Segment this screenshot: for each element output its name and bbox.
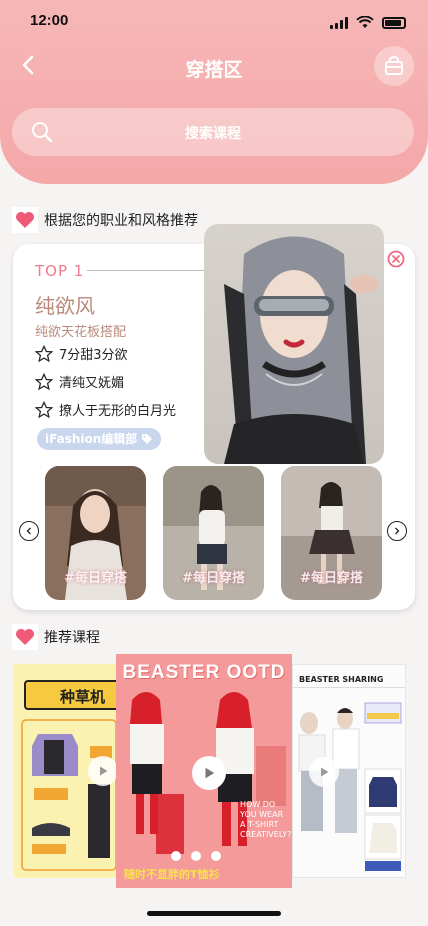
thumbnail-caption: #每日穿搭 (64, 571, 127, 586)
outfit-thumbnail[interactable]: #每日穿搭 (163, 466, 264, 600)
hero-outfit-photo[interactable] (204, 224, 384, 464)
poster-side-text: HOW DO YOU WEAR A T-SHIRT CREATIVELY? (240, 800, 292, 839)
page-title: 穿搭区 (185, 59, 243, 81)
status-icons (330, 16, 406, 29)
tag-icon (142, 434, 153, 444)
thumbnail-caption: #每日穿搭 (182, 571, 245, 586)
rank-label: TOP 1 (35, 262, 85, 280)
outfit-thumbnail[interactable]: #每日穿搭 (281, 466, 382, 600)
play-icon (205, 767, 215, 779)
courses-section-header: 推荐课程 (12, 624, 100, 650)
style-name: 纯欲风 (35, 294, 95, 318)
thumbnail-caption: #每日穿搭 (300, 571, 363, 586)
rank-divider (87, 270, 207, 271)
wifi-icon (356, 16, 374, 28)
course-poster[interactable]: 种草机 (14, 664, 120, 878)
outfit-thumbnail[interactable]: #每日穿搭 (45, 466, 146, 600)
status-time: 12:00 (30, 12, 69, 29)
shopping-bag-button[interactable] (374, 46, 414, 86)
feature-item: 7分甜3分欲 (35, 344, 128, 363)
recommend-section-title: 根据您的职业和风格推荐 (44, 213, 198, 229)
search-placeholder: 搜索课程 (185, 126, 241, 142)
heart-icon (12, 624, 38, 650)
play-icon (321, 767, 329, 777)
editor-tag-label: iFashion编辑部 (45, 432, 138, 446)
carousel-prev-button[interactable] (19, 521, 39, 541)
feature-item: 撩人于无形的白月光 (35, 400, 176, 419)
feature-text: 清纯又妩媚 (59, 376, 125, 391)
course-poster-featured[interactable]: BEASTER OOTD HOW DO YOU WEAR A T-SHIRT C… (116, 654, 292, 888)
play-button[interactable] (88, 756, 118, 786)
search-input[interactable]: 搜索课程 (12, 108, 414, 156)
star-icon (35, 344, 53, 362)
editor-tag[interactable]: iFashion编辑部 (37, 428, 162, 450)
bag-icon (385, 56, 403, 75)
heart-icon (12, 207, 38, 233)
chevron-right-icon (395, 527, 400, 535)
star-icon (35, 400, 53, 418)
battery-icon (382, 16, 406, 29)
status-bar: 12:00 (0, 10, 428, 36)
style-subtitle: 纯欲天花板搭配 (35, 325, 127, 340)
home-indicator[interactable] (147, 911, 281, 916)
course-poster[interactable]: BEASTER SHARING (292, 664, 406, 878)
play-button[interactable] (309, 757, 339, 787)
play-icon (100, 766, 108, 776)
header: 12:00 穿搭区 搜索课程 (0, 0, 428, 184)
star-icon (35, 372, 53, 390)
recommend-section-header: 根据您的职业和风格推荐 (12, 207, 198, 233)
close-icon[interactable] (387, 250, 405, 268)
signal-icon (330, 16, 348, 29)
feature-item: 清纯又妩媚 (35, 372, 124, 391)
chevron-left-icon (26, 527, 31, 535)
play-button[interactable] (192, 756, 226, 790)
courses-section-title: 推荐课程 (44, 630, 100, 646)
poster-caption: 随时不显胖的T恤衫 (124, 868, 220, 881)
carousel-next-button[interactable] (387, 521, 407, 541)
feature-text: 7分甜3分欲 (59, 348, 128, 363)
feature-text: 撩人于无形的白月光 (59, 404, 177, 419)
